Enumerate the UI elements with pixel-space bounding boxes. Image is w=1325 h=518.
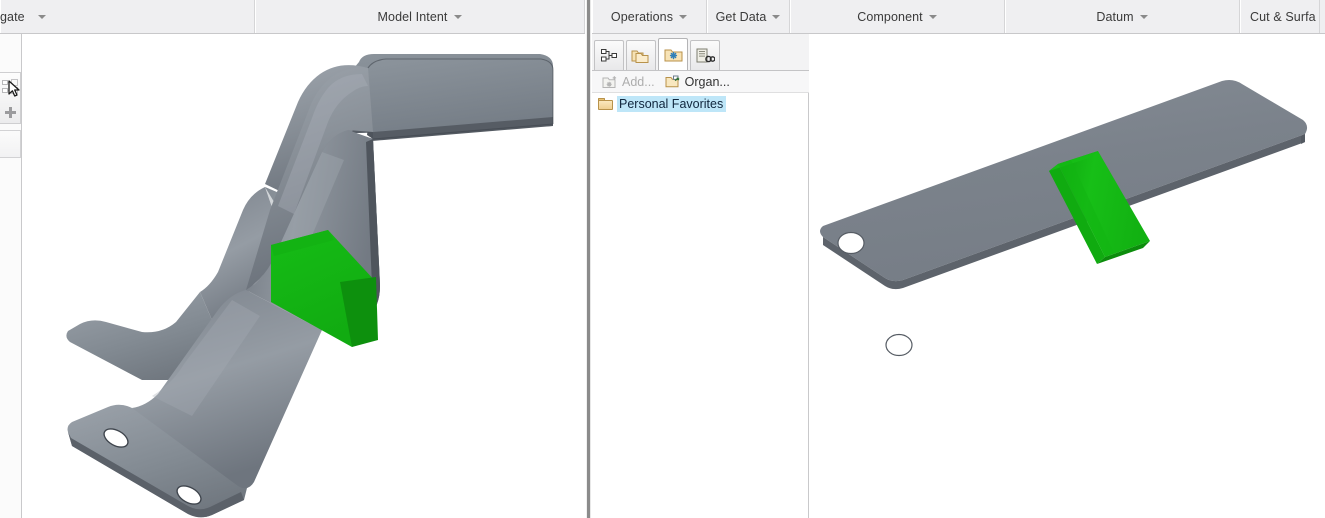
ribbon-group-navigate[interactable]: gate [0, 0, 255, 33]
3d-model-viewport[interactable] [22, 34, 585, 518]
history-tab[interactable] [690, 40, 720, 70]
flat-mounting-hole-1 [837, 231, 865, 255]
chevron-down-icon[interactable] [679, 14, 688, 19]
chevron-down-icon[interactable] [1139, 14, 1148, 19]
chevron-down-icon[interactable] [453, 14, 462, 19]
ribbon-group-operations[interactable]: Operations [592, 0, 707, 33]
ribbon-group-cut-and-surface[interactable]: Cut & Surfa [1240, 0, 1320, 33]
add-button-label: Add... [622, 74, 655, 89]
organize-button[interactable]: Organ... [660, 72, 735, 92]
history-search-icon [696, 48, 715, 62]
ribbon-toolbar: gate Model Intent Operations Get Data Co… [0, 0, 1325, 34]
ribbon-label-navigate: gate [0, 9, 25, 24]
favorites-folder-icon [664, 49, 682, 61]
flat-pattern-model [820, 80, 1308, 357]
ribbon-group-get-data[interactable]: Get Data [707, 0, 790, 33]
mouse-cursor-icon [8, 80, 20, 97]
ribbon-label-cut-and-surface: Cut & Surfa [1250, 9, 1316, 24]
viewport-splitter[interactable] [585, 0, 592, 518]
left-rail-secondary-group[interactable] [0, 130, 21, 158]
add-favorite-icon [602, 75, 617, 88]
ribbon-group-model-intent[interactable]: Model Intent [255, 0, 585, 33]
add-button[interactable]: Add... [597, 72, 660, 92]
folder-icon [598, 98, 613, 110]
plus-icon[interactable] [0, 99, 21, 125]
ribbon-label-datum: Datum [1096, 9, 1134, 24]
chevron-down-icon[interactable] [928, 14, 937, 19]
sheet-metal-bracket-model [66, 54, 554, 518]
ribbon-group-component[interactable]: Component [790, 0, 1005, 33]
navigator-toolbar: Add... Organ... [592, 71, 809, 93]
ribbon-label-get-data: Get Data [715, 9, 767, 24]
ribbon-label-model-intent: Model Intent [377, 9, 448, 24]
folder-browser-tab[interactable] [626, 40, 656, 70]
organize-folder-icon [665, 75, 679, 87]
model-tree-tab[interactable] [594, 40, 624, 70]
favorites-tree[interactable]: Personal Favorites [592, 93, 808, 518]
application-window: gate Model Intent Operations Get Data Co… [0, 0, 1325, 518]
flat-pattern-viewport[interactable] [809, 34, 1325, 518]
ribbon-label-operations: Operations [610, 9, 674, 24]
flat-mounting-hole-2 [885, 333, 913, 357]
ribbon-label-component: Component [857, 9, 923, 24]
organize-button-label: Organ... [684, 74, 730, 89]
left-sidebar-rail [0, 34, 22, 518]
navigator-panel: Add... Organ... Personal Favorites [592, 34, 809, 518]
personal-favorites-label: Personal Favorites [617, 96, 727, 112]
personal-favorites-item[interactable]: Personal Favorites [592, 95, 808, 113]
ribbon-group-datum[interactable]: Datum [1005, 0, 1240, 33]
favorites-tab[interactable] [658, 38, 688, 70]
chevron-down-icon[interactable] [38, 15, 46, 19]
chevron-down-icon[interactable] [772, 14, 781, 19]
model-tree-icon [600, 49, 617, 62]
navigator-tabstrip [592, 34, 809, 71]
folders-icon [631, 50, 649, 63]
